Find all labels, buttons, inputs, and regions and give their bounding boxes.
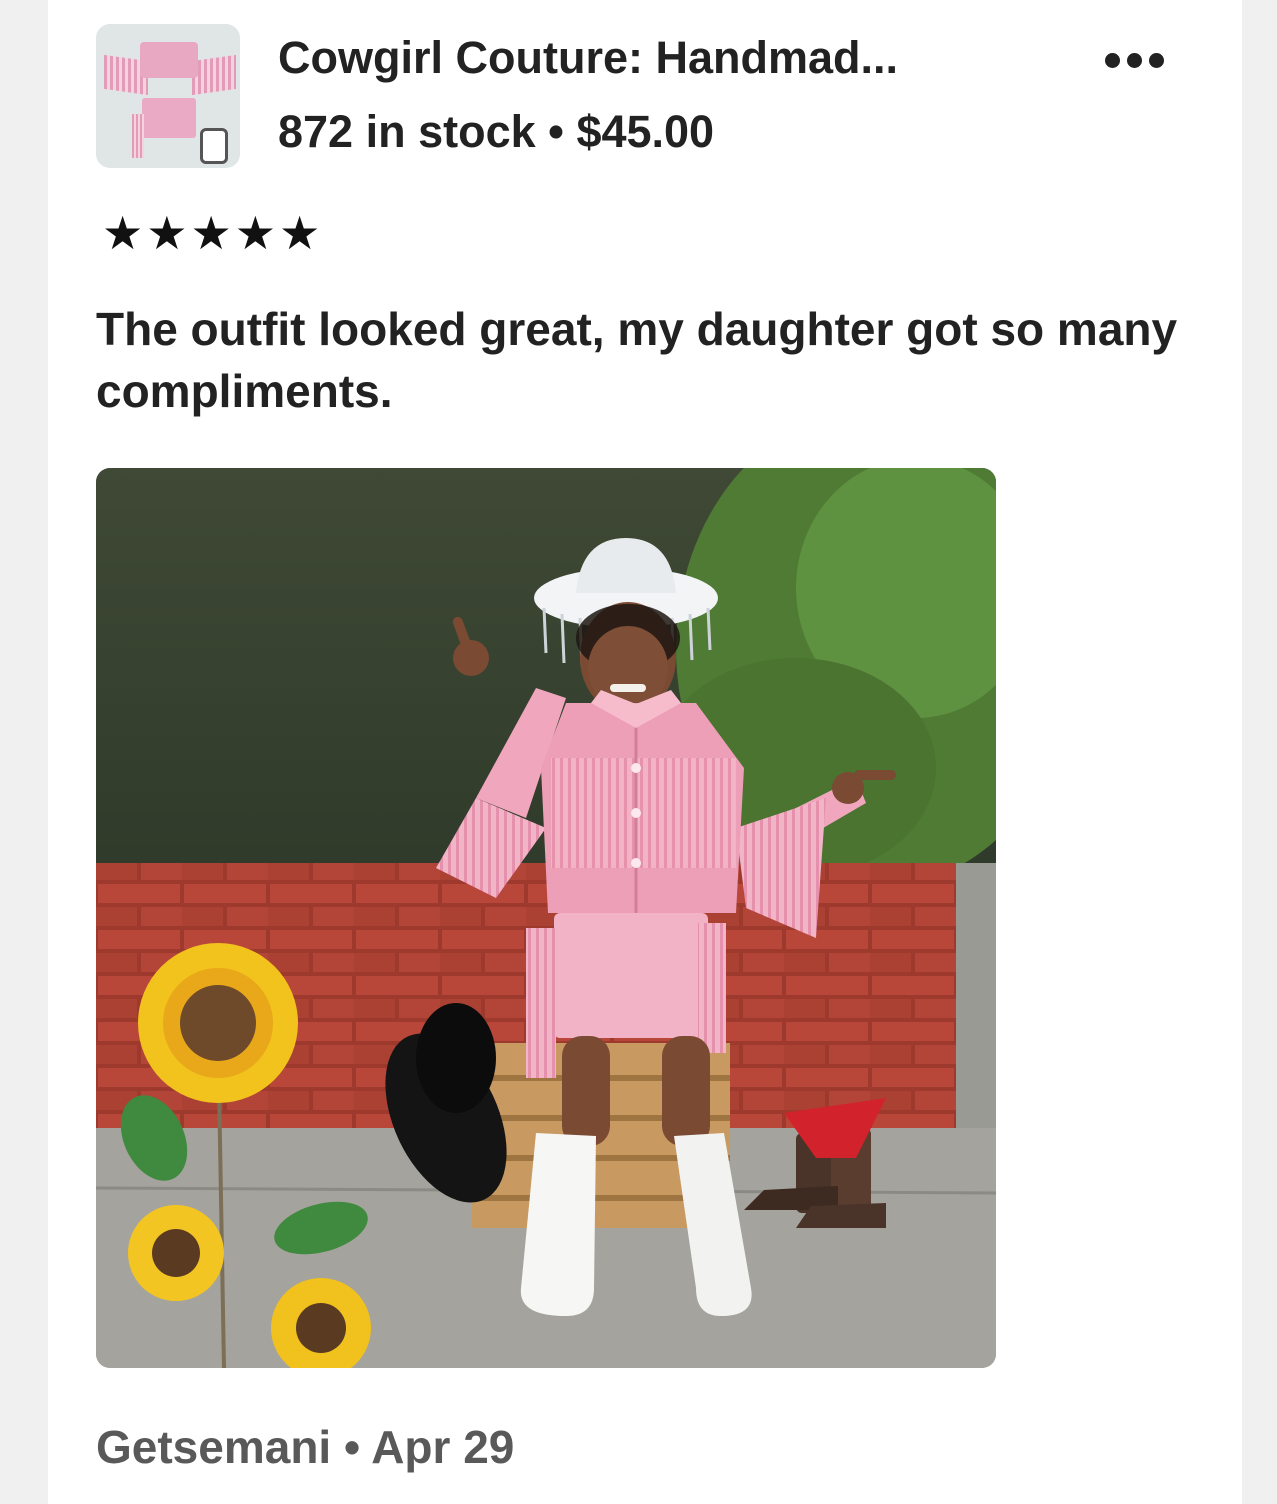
ellipsis-icon [1126,52,1142,68]
sunflower [138,943,298,1103]
product-thumbnail[interactable] [96,24,240,168]
star-rating: ★★★★★ [102,207,324,259]
review-text: The outfit looked great, my daughter got… [96,303,1178,417]
ellipsis-icon [1104,52,1120,68]
listing-stock-price: 872 in stock • $45.00 [278,106,714,158]
review-card: Cowgirl Couture: Handmad... 872 in stock… [48,0,1242,1504]
thumbnail-skirt [142,98,196,138]
thumbnail-fringe-right [192,54,236,96]
sunflower [128,1205,224,1301]
thumbnail-jacket [140,42,198,78]
thumbnail-skirt-fringe [132,114,144,158]
review-photo[interactable] [96,468,996,1368]
listing-title[interactable]: Cowgirl Couture: Handmad... [278,32,1058,84]
review-author[interactable]: Getsemani [96,1421,331,1473]
stock-text: 872 in stock [278,106,536,157]
review-photo-illustration [96,468,996,1368]
review-date: Apr 29 [371,1421,515,1473]
price: $45.00 [576,106,715,157]
ellipsis-icon [1148,52,1164,68]
thumbnail-boot [200,128,228,164]
separator: • [344,1421,361,1473]
more-options-button[interactable] [1094,42,1174,78]
separator: • [548,106,564,157]
review-footer: Getsemani • Apr 29 [96,1420,514,1474]
